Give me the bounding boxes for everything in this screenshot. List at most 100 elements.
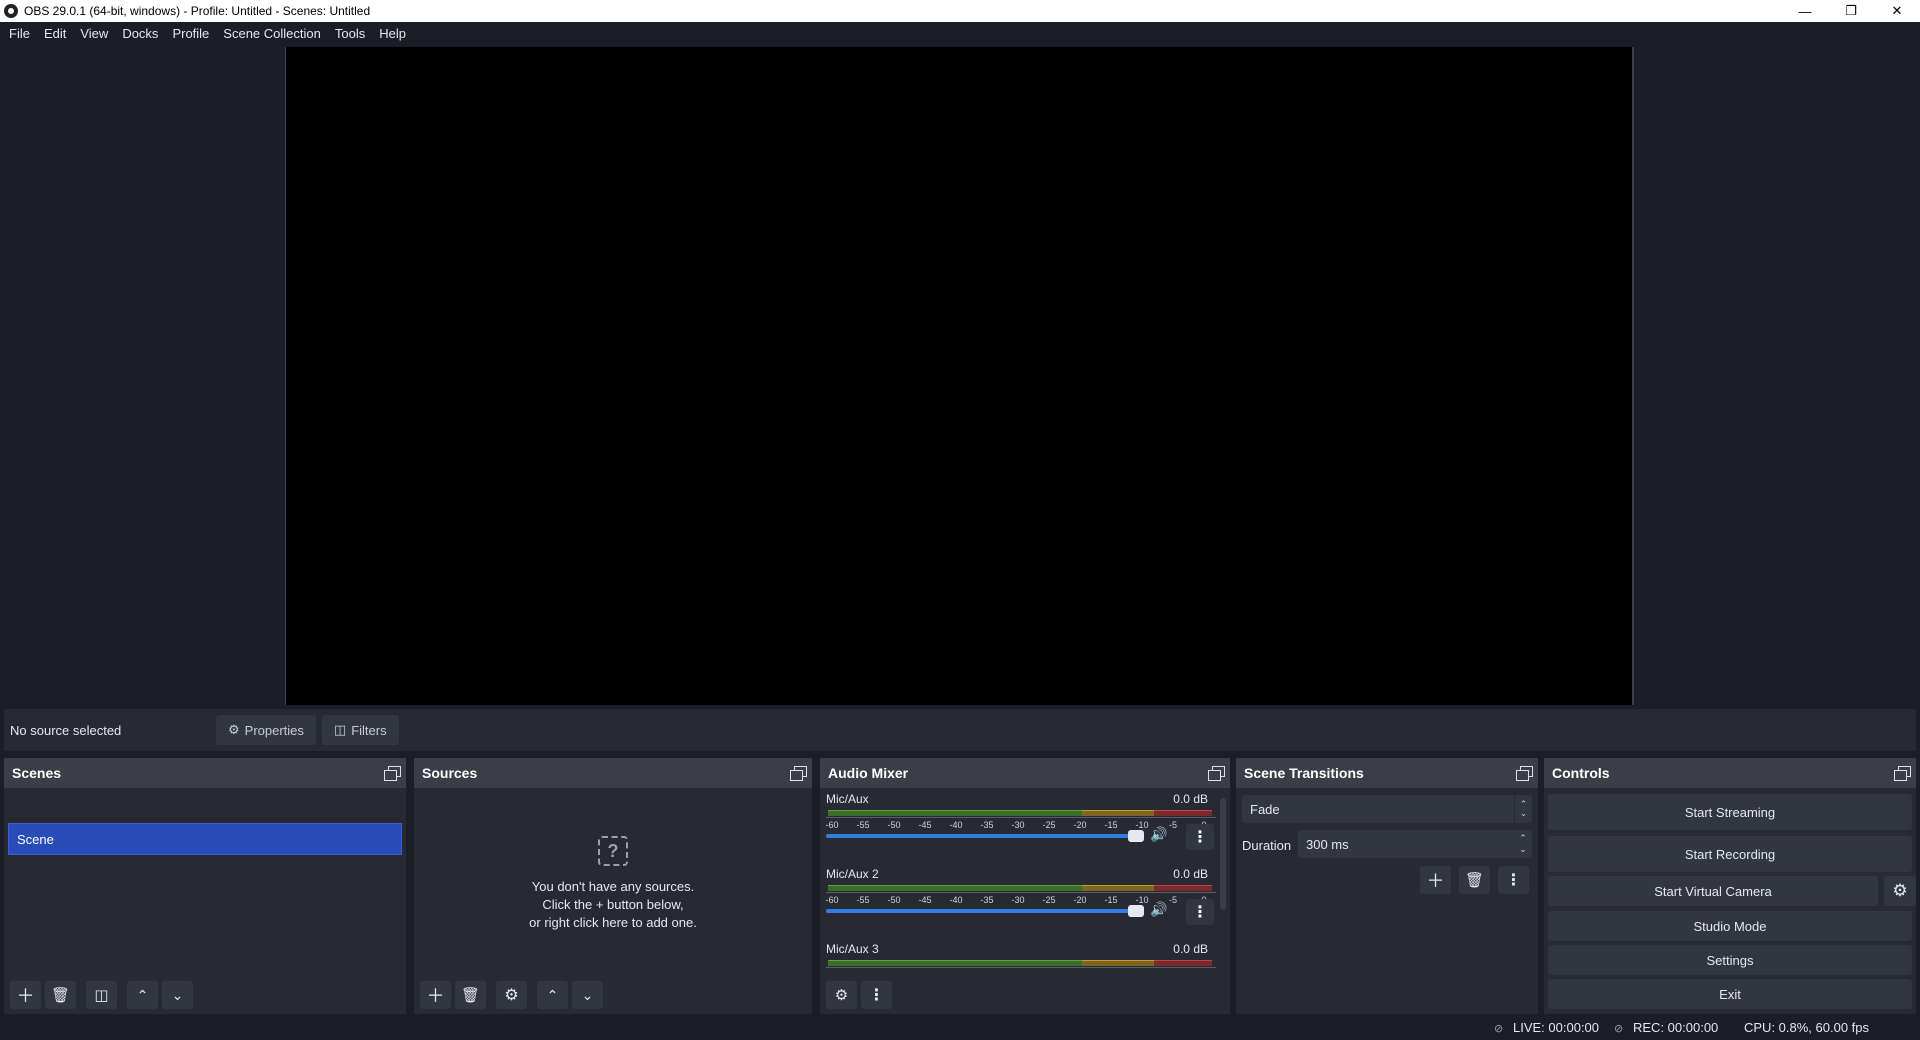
remove-scene-button[interactable]: 🗑 xyxy=(45,981,76,1009)
scene-filters-button[interactable]: ◫ xyxy=(86,981,117,1009)
filters-button[interactable]: ◫ Filters xyxy=(321,715,399,745)
start-recording-button[interactable]: Start Recording xyxy=(1548,836,1912,872)
question-mark-icon: ? xyxy=(598,836,628,866)
menu-profile[interactable]: Profile xyxy=(165,22,216,46)
scene-transitions-title: Scene Transitions xyxy=(1244,765,1364,781)
virtual-camera-settings-button[interactable]: ⚙ xyxy=(1884,876,1916,906)
preview-left-margin xyxy=(0,46,284,706)
transition-select[interactable]: Fade ⌃ ⌄ xyxy=(1242,795,1532,823)
trash-icon: 🗑 xyxy=(50,987,71,1004)
scenes-dock: Scenes Scene ＋ 🗑 ◫ ⌃ ⌄ xyxy=(4,758,406,1014)
menu-help[interactable]: Help xyxy=(372,22,413,46)
menu-edit[interactable]: Edit xyxy=(37,22,73,46)
scene-name: Scene xyxy=(17,831,54,847)
start-streaming-button[interactable]: Start Streaming xyxy=(1548,794,1912,830)
stream-off-icon: ⊘ xyxy=(1494,1022,1504,1035)
undock-icon[interactable] xyxy=(790,766,807,781)
scene-transitions-header: Scene Transitions xyxy=(1236,758,1538,788)
volume-slider-thumb[interactable] xyxy=(1128,830,1144,842)
meter-tick-label: -35 xyxy=(980,895,994,905)
transition-toolbar: ＋ 🗑 ⋮ xyxy=(1420,866,1529,894)
remove-transition-button[interactable]: 🗑 xyxy=(1459,866,1490,894)
preview-canvas[interactable] xyxy=(285,47,1634,705)
restore-button[interactable]: ❐ xyxy=(1828,0,1874,22)
remove-source-button[interactable]: 🗑 xyxy=(455,981,486,1009)
kebab-icon: ⋮ xyxy=(868,987,885,1004)
gear-icon: ⚙ xyxy=(228,722,240,737)
add-transition-button[interactable]: ＋ xyxy=(1420,866,1451,894)
minimize-button[interactable]: — xyxy=(1782,0,1828,22)
volume-slider[interactable] xyxy=(826,834,1144,838)
meter-tick-label: -60 xyxy=(825,820,839,830)
volume-slider-thumb[interactable] xyxy=(1128,905,1144,917)
source-context-bar: No source selected ⚙ Properties ◫ Filter… xyxy=(4,709,1916,751)
channel-menu-button[interactable]: ⋮ xyxy=(1186,899,1214,925)
mixer-menu-button[interactable]: ⋮ xyxy=(861,981,892,1009)
meter-tick-label: -30 xyxy=(1011,820,1025,830)
trash-icon: 🗑 xyxy=(460,987,481,1004)
meter-tick-label: -55 xyxy=(856,895,870,905)
chevron-down-icon: ⌄ xyxy=(171,986,184,1003)
sources-empty-state[interactable]: ? You don't have any sources. Click the … xyxy=(414,836,812,932)
undock-icon[interactable] xyxy=(384,766,401,781)
menu-docks[interactable]: Docks xyxy=(115,22,165,46)
close-button[interactable]: ✕ xyxy=(1874,0,1920,22)
meter-tick-label: -25 xyxy=(1042,820,1056,830)
menu-view[interactable]: View xyxy=(73,22,115,46)
meter-tick-label: -45 xyxy=(918,820,932,830)
sources-toolbar: ＋ 🗑 ⚙ ⌃ ⌄ xyxy=(414,980,603,1010)
start-virtual-camera-button[interactable]: Start Virtual Camera xyxy=(1548,876,1878,906)
channel-name: Mic/Aux 3 xyxy=(826,942,879,956)
controls-title: Controls xyxy=(1552,765,1610,781)
transition-menu-button[interactable]: ⋮ xyxy=(1498,866,1529,894)
move-scene-up-button[interactable]: ⌃ xyxy=(127,981,158,1009)
title-bar: OBS 29.0.1 (64-bit, windows) - Profile: … xyxy=(0,0,1920,22)
filter-icon: ◫ xyxy=(94,987,109,1004)
filter-icon: ◫ xyxy=(333,722,347,737)
plus-icon: ＋ xyxy=(426,986,445,1006)
preview-right-margin xyxy=(1636,46,1920,706)
audio-mixer-title: Audio Mixer xyxy=(828,765,909,781)
move-source-up-button[interactable]: ⌃ xyxy=(537,981,568,1009)
move-source-down-button[interactable]: ⌄ xyxy=(572,981,603,1009)
kebab-icon: ⋮ xyxy=(1192,829,1208,846)
duration-value: 300 ms xyxy=(1306,836,1349,852)
source-properties-button[interactable]: ⚙ xyxy=(496,981,527,1009)
plus-icon: ＋ xyxy=(1426,871,1445,891)
audio-mixer-header: Audio Mixer xyxy=(820,758,1230,788)
record-off-icon: ⊘ xyxy=(1614,1022,1624,1035)
meter-tick-label: -20 xyxy=(1073,820,1087,830)
add-scene-button[interactable]: ＋ xyxy=(10,981,41,1009)
cpu-fps: CPU: 0.8%, 60.00 fps xyxy=(1744,1020,1870,1035)
menu-scene-collection[interactable]: Scene Collection xyxy=(216,22,328,46)
mixer-scrollbar[interactable] xyxy=(1220,798,1226,910)
sources-title: Sources xyxy=(422,765,478,781)
menu-file[interactable]: File xyxy=(2,22,37,46)
meter-ticks: -60-55-50-45-40-35-30-25-20-15-10-50 xyxy=(826,968,1218,970)
move-scene-down-button[interactable]: ⌄ xyxy=(162,981,193,1009)
undock-icon[interactable] xyxy=(1894,766,1911,781)
scene-list-item[interactable]: Scene xyxy=(8,823,402,855)
settings-button[interactable]: Settings xyxy=(1548,945,1912,975)
speaker-icon[interactable]: 🔊 xyxy=(1150,901,1170,919)
add-source-button[interactable]: ＋ xyxy=(420,981,451,1009)
mixer-channel: Mic/Aux 3 0.0 dB -60-55-50-45-40-35-30-2… xyxy=(826,938,1216,970)
meter-tick-label: -55 xyxy=(856,820,870,830)
meter-tick-label: -30 xyxy=(1011,895,1025,905)
channel-menu-button[interactable]: ⋮ xyxy=(1186,824,1214,850)
menu-tools[interactable]: Tools xyxy=(328,22,372,46)
undock-icon[interactable] xyxy=(1208,766,1225,781)
properties-button[interactable]: ⚙ Properties xyxy=(216,715,316,745)
studio-mode-button[interactable]: Studio Mode xyxy=(1548,911,1912,941)
spin-arrows-icon[interactable]: ⌃ ⌄ xyxy=(1514,830,1532,858)
exit-button[interactable]: Exit xyxy=(1548,979,1912,1009)
speaker-icon[interactable]: 🔊 xyxy=(1150,826,1170,844)
undock-icon[interactable] xyxy=(1516,766,1533,781)
advanced-audio-button[interactable]: ⚙ xyxy=(826,981,857,1009)
meter-tick-label: -50 xyxy=(887,820,901,830)
volume-slider[interactable] xyxy=(826,909,1144,913)
mixer-toolbar: ⚙ ⋮ xyxy=(820,980,892,1010)
controls-header: Controls xyxy=(1544,758,1916,788)
status-bar: ⊘ LIVE: 00:00:00 ⊘ REC: 00:00:00 CPU: 0.… xyxy=(0,1016,1920,1040)
duration-spinbox[interactable]: 300 ms ⌃ ⌄ xyxy=(1298,830,1532,858)
